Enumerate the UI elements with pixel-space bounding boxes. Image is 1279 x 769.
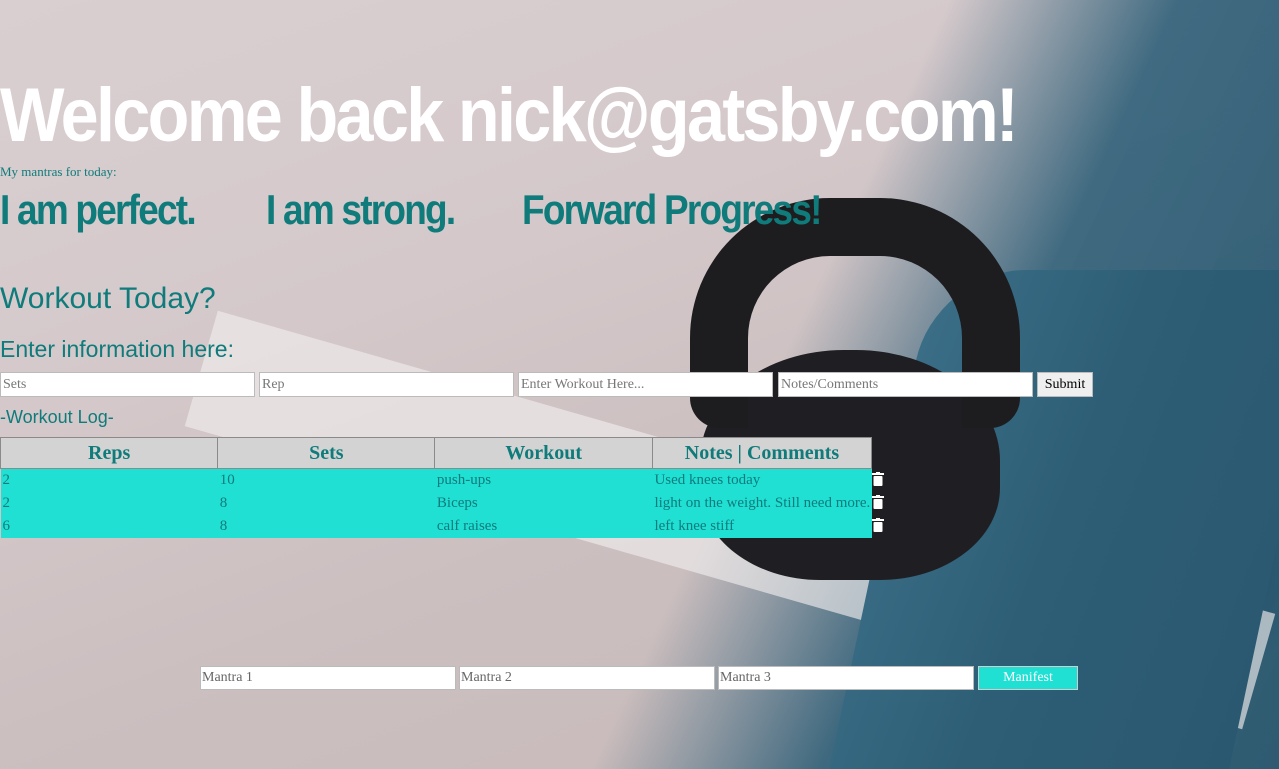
mantra-1-input[interactable] xyxy=(200,666,456,690)
cell-reps: 2 xyxy=(0,492,218,515)
cell-notes: Used knees today xyxy=(652,468,872,492)
mantra-2: I am strong. xyxy=(266,186,456,233)
table-row: 6 8 calf raises left knee stiff xyxy=(0,515,872,538)
workout-today-heading: Workout Today? xyxy=(0,282,216,315)
workout-input[interactable] xyxy=(518,372,773,397)
trash-icon[interactable] xyxy=(872,518,884,532)
cell-notes: left knee stiff xyxy=(652,515,872,538)
cell-workout: Biceps xyxy=(434,492,653,515)
cell-workout: calf raises xyxy=(434,515,653,538)
column-header-sets: Sets xyxy=(217,437,436,469)
notes-input[interactable] xyxy=(778,372,1033,397)
column-header-notes: Notes | Comments xyxy=(651,437,873,469)
welcome-heading: Welcome back nick@gatsby.com! xyxy=(0,73,1019,158)
rep-input[interactable] xyxy=(259,372,514,397)
page-content: Welcome back nick@gatsby.com! My mantras… xyxy=(0,0,1279,769)
column-header-workout: Workout xyxy=(434,437,653,469)
column-header-reps: Reps xyxy=(0,437,219,469)
trash-icon[interactable] xyxy=(872,472,884,486)
cell-notes: light on the weight. Still need more. xyxy=(652,492,872,515)
mantra-3: Forward Progress! xyxy=(522,186,822,233)
trash-icon[interactable] xyxy=(872,495,884,509)
cell-reps: 6 xyxy=(0,515,218,538)
submit-button[interactable]: Submit xyxy=(1037,372,1093,397)
sets-input[interactable] xyxy=(0,372,255,397)
table-row: 2 8 Biceps light on the weight. Still ne… xyxy=(0,492,872,515)
workout-log-table: Reps Sets Workout Notes | Comments 2 10 … xyxy=(0,437,873,538)
enter-information-heading: Enter information here: xyxy=(0,336,234,362)
mantras-caption: My mantras for today: xyxy=(0,164,117,179)
mantra-3-input[interactable] xyxy=(718,666,974,690)
manifest-button[interactable]: Manifest xyxy=(978,666,1078,690)
cell-workout: push-ups xyxy=(434,468,653,492)
cell-reps: 2 xyxy=(0,468,218,492)
cell-sets: 10 xyxy=(217,468,435,492)
workout-log-heading: -Workout Log- xyxy=(0,407,114,427)
cell-sets: 8 xyxy=(217,492,435,515)
mantra-1: I am perfect. xyxy=(0,186,197,233)
table-row: 2 10 push-ups Used knees today xyxy=(0,468,872,492)
table-header-row: Reps Sets Workout Notes | Comments xyxy=(0,437,873,469)
cell-sets: 8 xyxy=(217,515,435,538)
mantra-2-input[interactable] xyxy=(459,666,715,690)
